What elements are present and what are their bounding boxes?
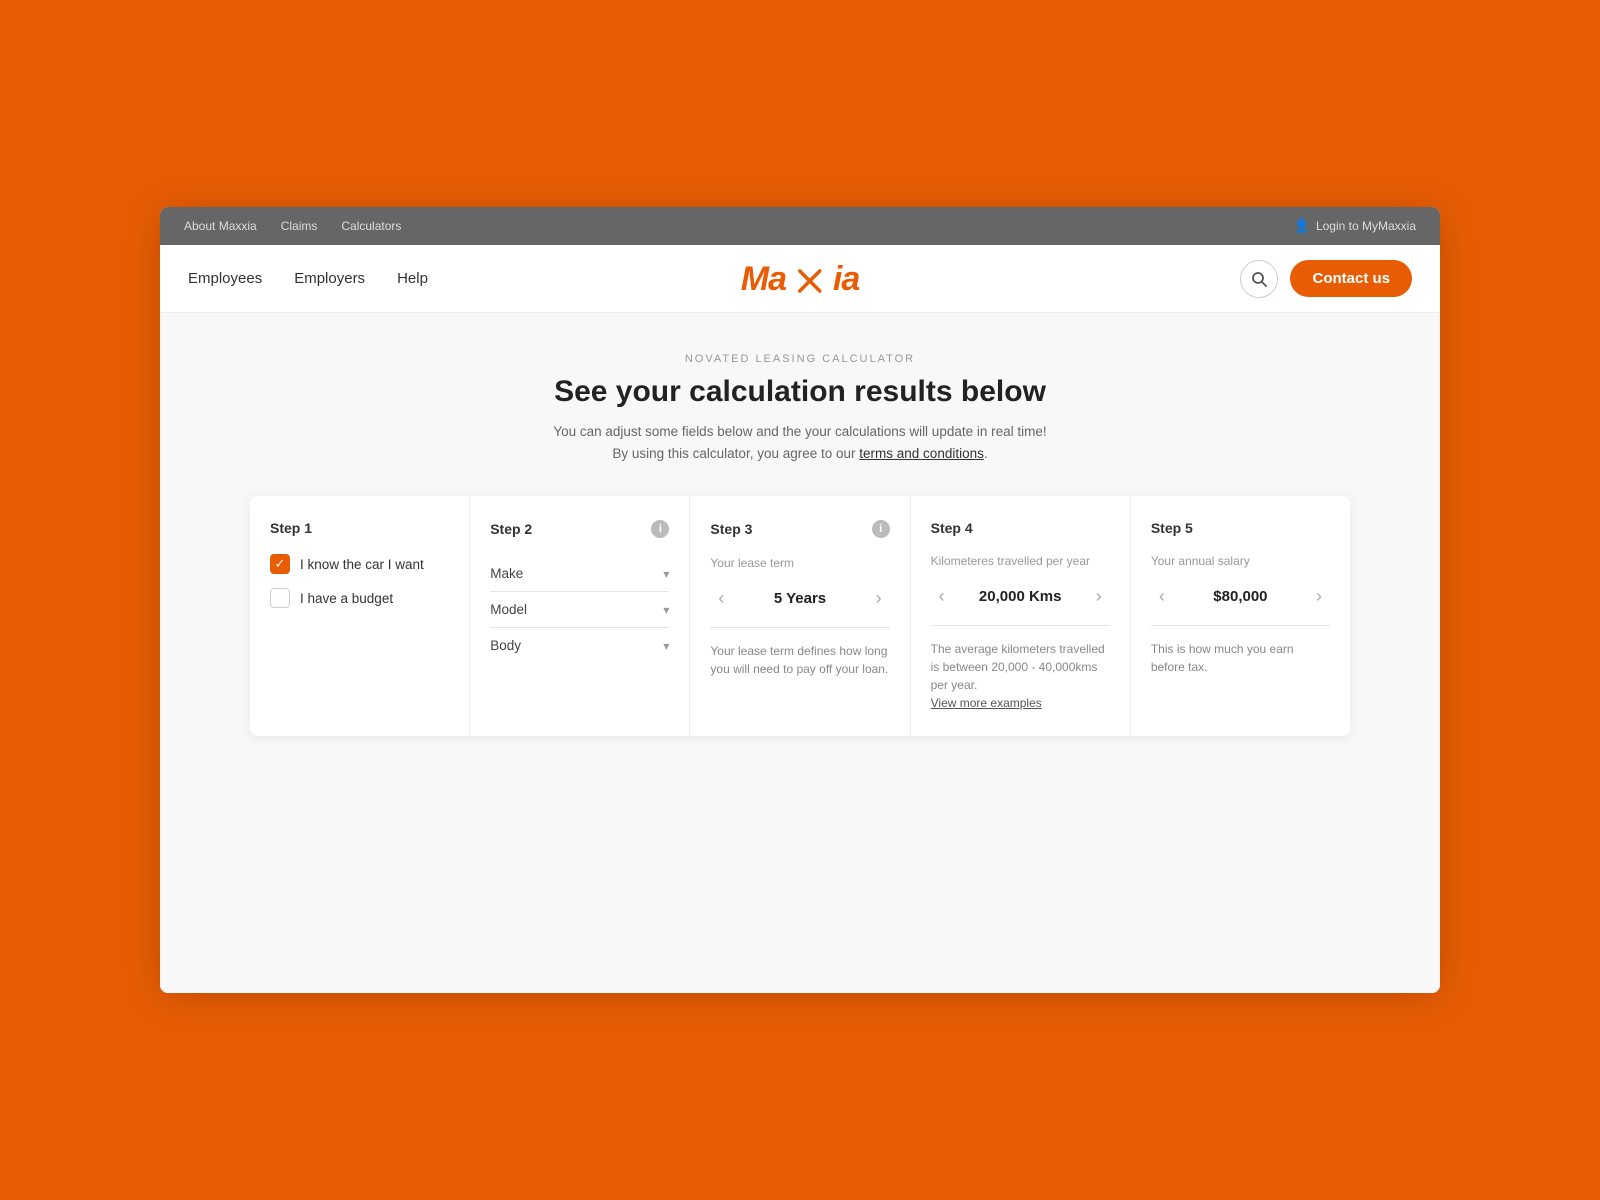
step5-title-row: Step 5	[1151, 520, 1330, 536]
step2-title-row: Step 2 i	[490, 520, 669, 538]
login-text: Login to MyMaxxia	[1316, 219, 1416, 233]
step4-next-button[interactable]: ›	[1088, 582, 1110, 611]
step5-desc: This is how much you earn before tax.	[1151, 640, 1330, 676]
step4-prev-button[interactable]: ‹	[931, 582, 953, 611]
step5-next-button[interactable]: ›	[1308, 582, 1330, 611]
step5-title: Step 5	[1151, 520, 1193, 536]
search-button[interactable]	[1240, 260, 1278, 298]
contact-button[interactable]: Contact us	[1290, 260, 1412, 297]
step2-card: Step 2 i Make ▾ Model ▾ Body ▾	[470, 496, 690, 736]
step1-card: Step 1 ✓ I know the car I want I have a …	[250, 496, 470, 736]
option1-label: I know the car I want	[300, 557, 424, 572]
body-label: Body	[490, 638, 521, 653]
model-label: Model	[490, 602, 527, 617]
top-bar-about[interactable]: About Maxxia	[184, 219, 257, 233]
step3-info-icon[interactable]: i	[872, 520, 890, 538]
step3-next-button[interactable]: ›	[868, 584, 890, 613]
model-dropdown[interactable]: Model ▾	[490, 592, 669, 628]
body-dropdown[interactable]: Body ▾	[490, 628, 669, 663]
step5-stepper: ‹ $80,000 ›	[1151, 582, 1330, 626]
make-label: Make	[490, 566, 523, 581]
top-bar: About Maxxia Claims Calculators 👤 Login …	[160, 207, 1440, 245]
step1-option1[interactable]: ✓ I know the car I want	[270, 554, 449, 574]
calculator-header: NOVATED LEASING CALCULATOR See your calc…	[184, 353, 1416, 464]
top-bar-claims[interactable]: Claims	[281, 219, 318, 233]
nav-help[interactable]: Help	[397, 270, 428, 287]
top-bar-calculators[interactable]: Calculators	[341, 219, 401, 233]
nav-employers[interactable]: Employers	[294, 270, 365, 287]
step3-stepper: ‹ 5 Years ›	[710, 584, 889, 628]
logo[interactable]: Ma ia	[741, 262, 860, 296]
model-chevron-icon: ▾	[663, 603, 669, 617]
terms-link[interactable]: terms and conditions	[859, 446, 984, 461]
checkbox-budget[interactable]	[270, 588, 290, 608]
step3-value: 5 Years	[774, 590, 826, 607]
calculator-subtitle: NOVATED LEASING CALCULATOR	[184, 353, 1416, 365]
person-icon: 👤	[1294, 218, 1310, 234]
step5-value: $80,000	[1213, 588, 1267, 605]
step4-title: Step 4	[931, 520, 973, 536]
main-nav: Employees Employers Help Ma ia Conta	[160, 245, 1440, 313]
calculator-desc-end: .	[984, 446, 988, 461]
step4-value: 20,000 Kms	[979, 588, 1062, 605]
step4-desc: The average kilometers travelled is betw…	[931, 640, 1110, 694]
step3-sublabel: Your lease term	[710, 556, 889, 570]
step3-card: Step 3 i Your lease term ‹ 5 Years › You…	[690, 496, 910, 736]
step3-desc: Your lease term defines how long you wil…	[710, 642, 889, 678]
nav-left: Employees Employers Help	[188, 270, 428, 287]
step4-stepper: ‹ 20,000 Kms ›	[931, 582, 1110, 626]
step1-title: Step 1	[270, 520, 312, 536]
step1-option2[interactable]: I have a budget	[270, 588, 449, 608]
search-icon	[1251, 271, 1267, 287]
step4-title-row: Step 4	[931, 520, 1110, 536]
step5-prev-button[interactable]: ‹	[1151, 582, 1173, 611]
calculator-desc-text2: By using this calculator, you agree to o…	[612, 446, 855, 461]
steps-row: Step 1 ✓ I know the car I want I have a …	[250, 496, 1350, 736]
step3-title-row: Step 3 i	[710, 520, 889, 538]
step5-card: Step 5 Your annual salary ‹ $80,000 › Th…	[1131, 496, 1350, 736]
main-content: NOVATED LEASING CALCULATOR See your calc…	[160, 313, 1440, 993]
option2-label: I have a budget	[300, 591, 393, 606]
make-chevron-icon: ▾	[663, 567, 669, 581]
step5-sublabel: Your annual salary	[1151, 554, 1330, 568]
checkbox-know-car[interactable]: ✓	[270, 554, 290, 574]
page-wrapper: About Maxxia Claims Calculators 👤 Login …	[160, 207, 1440, 993]
step4-card: Step 4 Kilometeres travelled per year ‹ …	[911, 496, 1131, 736]
step4-sublabel: Kilometeres travelled per year	[931, 554, 1110, 568]
calculator-heading: See your calculation results below	[184, 375, 1416, 409]
step3-prev-button[interactable]: ‹	[710, 584, 732, 613]
top-bar-links: About Maxxia Claims Calculators	[184, 219, 401, 233]
body-chevron-icon: ▾	[663, 639, 669, 653]
step4-examples-link[interactable]: View more examples	[931, 696, 1042, 710]
nav-right: Contact us	[1240, 260, 1412, 298]
step2-info-icon[interactable]: i	[651, 520, 669, 538]
step1-title-row: Step 1	[270, 520, 449, 536]
top-bar-login[interactable]: 👤 Login to MyMaxxia	[1294, 218, 1416, 234]
calculator-desc: You can adjust some fields below and the…	[184, 421, 1416, 464]
make-dropdown[interactable]: Make ▾	[490, 556, 669, 592]
logo-cross-icon	[795, 267, 823, 295]
logo-text: Ma ia	[741, 260, 860, 298]
nav-employees[interactable]: Employees	[188, 270, 262, 287]
step2-title: Step 2	[490, 521, 532, 537]
step3-title: Step 3	[710, 521, 752, 537]
calculator-desc-text: You can adjust some fields below and the…	[553, 424, 1046, 439]
